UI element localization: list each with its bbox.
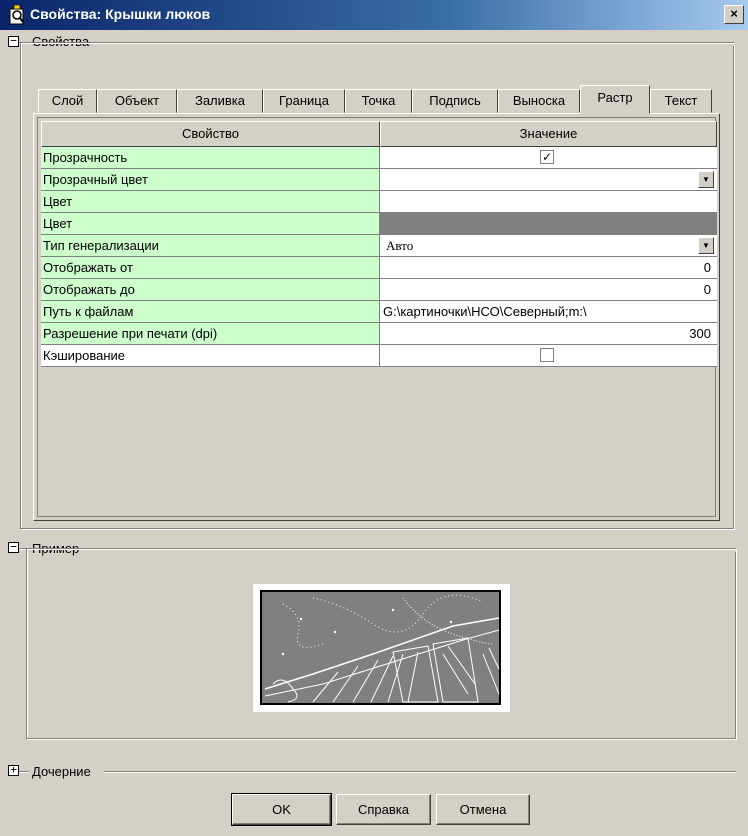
- header-label: Свойство: [181, 126, 240, 141]
- divider: [104, 771, 736, 773]
- grid-row-transparent-color[interactable]: Прозрачный цвет ▼: [41, 169, 717, 191]
- generalization-select[interactable]: Авто ▼: [380, 235, 717, 257]
- property-name: Прозрачный цвет: [41, 169, 380, 191]
- help-button[interactable]: Справка: [336, 794, 431, 825]
- grid-row-color-swatch[interactable]: Цвет: [41, 213, 717, 235]
- property-name: Отображать до: [41, 279, 380, 301]
- file-path-input[interactable]: G:\картиночки\НСО\Северный;m:\: [380, 301, 717, 323]
- dropdown-button[interactable]: ▼: [698, 237, 714, 254]
- tab-border[interactable]: Граница: [263, 89, 345, 113]
- collapse-properties-toggle[interactable]: −: [8, 34, 19, 47]
- grid-row-file-path[interactable]: Путь к файлам G:\картиночки\НСО\Северный…: [41, 301, 717, 323]
- tab-raster[interactable]: Растр: [580, 85, 650, 114]
- property-name: Тип генерализации: [41, 235, 380, 257]
- property-name: Отображать от: [41, 257, 380, 279]
- color-swatch[interactable]: [380, 213, 717, 235]
- chevron-down-icon: ▼: [702, 175, 710, 184]
- tab-label: Растр: [597, 90, 633, 105]
- tab-label: Объект: [114, 93, 160, 108]
- grid-row-color[interactable]: Цвет: [41, 191, 717, 213]
- property-name: Прозрачность: [41, 147, 380, 169]
- tab-caption[interactable]: Подпись: [412, 89, 498, 113]
- close-button[interactable]: ×: [724, 5, 744, 24]
- tab-label: Текст: [664, 93, 698, 108]
- tab-label: Выноска: [512, 93, 566, 108]
- checkmark-icon: ✓: [541, 150, 553, 164]
- minus-icon: −: [10, 540, 17, 553]
- tab-object[interactable]: Объект: [97, 89, 177, 113]
- tab-label: Граница: [279, 93, 329, 108]
- preview-frame: [253, 584, 510, 712]
- grid-row-display-to[interactable]: Отображать до 0: [41, 279, 717, 301]
- title-bar: Свойства: Крышки люков ×: [0, 0, 748, 30]
- tab-layer[interactable]: Слой: [38, 89, 97, 113]
- layer-properties-icon: [9, 5, 24, 25]
- select-value: Авто: [386, 238, 414, 253]
- caching-checkbox[interactable]: [540, 348, 554, 362]
- expand-children-toggle[interactable]: +: [8, 763, 19, 776]
- tab-label: Подпись: [429, 93, 481, 108]
- tab-fill[interactable]: Заливка: [177, 89, 263, 113]
- column-header-property[interactable]: Свойство: [41, 121, 380, 147]
- minus-icon: −: [10, 34, 17, 47]
- window-title: Свойства: Крышки люков: [30, 6, 211, 22]
- tab-text[interactable]: Текст: [650, 89, 712, 113]
- raster-preview-image: [260, 590, 501, 705]
- close-icon: ×: [730, 6, 738, 21]
- display-from-input[interactable]: 0: [380, 257, 717, 279]
- column-header-value[interactable]: Значение: [380, 121, 717, 147]
- property-value[interactable]: ✓: [380, 147, 717, 169]
- chevron-down-icon: ▼: [702, 241, 710, 250]
- tab-label: Заливка: [194, 93, 246, 108]
- tab-callout[interactable]: Выноска: [498, 89, 580, 113]
- print-resolution-input[interactable]: 300: [380, 323, 717, 345]
- grid-row-caching[interactable]: Кэширование: [41, 345, 717, 367]
- grid-row-generalization-type[interactable]: Тип генерализации Авто ▼: [41, 235, 717, 257]
- property-name: Цвет: [41, 191, 380, 213]
- tab-point[interactable]: Точка: [345, 89, 412, 113]
- plus-icon: +: [10, 763, 17, 776]
- property-value[interactable]: [380, 191, 717, 213]
- tab-label: Слой: [51, 93, 84, 108]
- divider: [19, 771, 29, 773]
- divider: [88, 548, 736, 550]
- transparency-checkbox[interactable]: ✓: [540, 150, 554, 164]
- property-value[interactable]: ▼: [380, 169, 717, 191]
- display-to-input[interactable]: 0: [380, 279, 717, 301]
- property-name: Путь к файлам: [41, 301, 380, 323]
- property-name: Цвет: [41, 213, 380, 235]
- grid-row-transparency[interactable]: Прозрачность ✓: [41, 147, 717, 169]
- cancel-button[interactable]: Отмена: [436, 794, 530, 825]
- ok-button[interactable]: OK: [231, 793, 332, 826]
- property-value[interactable]: [380, 345, 717, 367]
- grid-row-display-from[interactable]: Отображать от 0: [41, 257, 717, 279]
- dropdown-button[interactable]: ▼: [698, 171, 714, 188]
- tab-label: Точка: [361, 93, 396, 108]
- header-label: Значение: [519, 126, 578, 141]
- children-group-label: Дочерние: [30, 764, 93, 779]
- grid-row-print-resolution[interactable]: Разрешение при печати (dpi) 300: [41, 323, 717, 345]
- property-name: Кэширование: [41, 345, 380, 367]
- property-name: Разрешение при печати (dpi): [41, 323, 380, 345]
- divider: [95, 42, 734, 44]
- collapse-example-toggle[interactable]: −: [8, 540, 19, 553]
